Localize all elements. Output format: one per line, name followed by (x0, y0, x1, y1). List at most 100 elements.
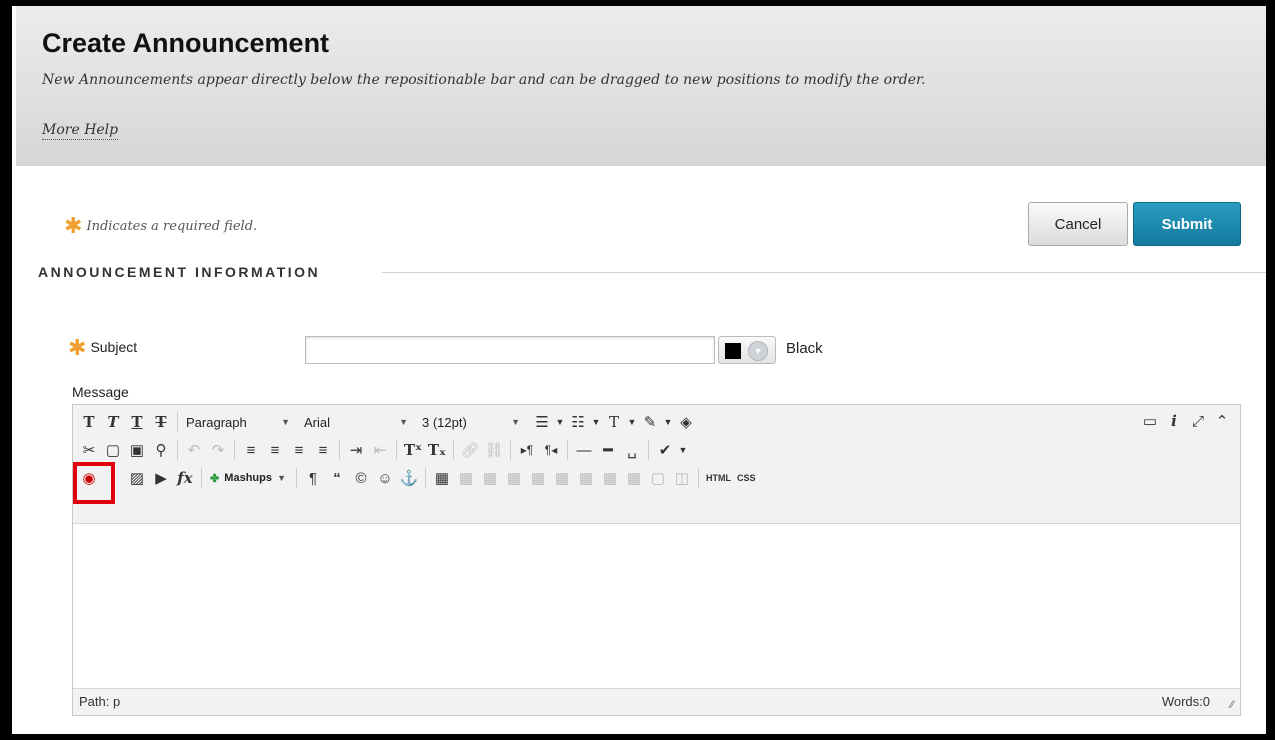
redo-icon[interactable]: ↷ (206, 438, 230, 462)
table-merge-cells-icon[interactable]: ▦ (622, 466, 646, 490)
toolbar-separator (201, 468, 202, 488)
toolbar-separator (339, 440, 340, 460)
preview-icon[interactable]: ▭ (1138, 409, 1162, 433)
insert-table-icon[interactable]: ▦ (430, 466, 454, 490)
css-button[interactable]: CSS (734, 473, 759, 483)
font-size-select[interactable]: 3 (12pt) ▼ (418, 410, 524, 434)
highlight-color-icon[interactable]: ✎ (638, 410, 662, 434)
align-left-icon[interactable]: ≡ (239, 438, 263, 462)
table-delete-col-icon[interactable]: ▦ (574, 466, 598, 490)
section-title: ANNOUNCEMENT INFORMATION (38, 264, 321, 280)
table-props-icon[interactable]: ◫ (670, 466, 694, 490)
element-path: Path: p (79, 694, 121, 709)
insert-image-icon[interactable]: ▨ (125, 466, 149, 490)
chevron-down-icon[interactable]: ▼ (626, 410, 638, 434)
section-divider (382, 272, 1266, 273)
required-star-icon: ✱ (64, 214, 83, 239)
mashups-label: Mashups (224, 472, 272, 484)
indent-icon[interactable]: ⇥ (344, 438, 368, 462)
chevron-down-icon: ▼ (281, 417, 290, 427)
toolbar-separator (425, 468, 426, 488)
html-source-button[interactable]: HTML (703, 473, 734, 483)
toolbar-row-3: ◉ ⌇ ▨ ▶ fx ✤Mashups▼ ¶ “ © ☺ ⚓ ▦ ▦ ▦ ▦ (73, 462, 759, 504)
numbered-list-icon[interactable]: ☷ (566, 410, 590, 434)
table-split-cell-icon[interactable]: ▢ (646, 466, 670, 490)
editor-status-bar: Path: p Words:0 ⁄⁄ (73, 688, 1240, 715)
info-icon[interactable]: i (1162, 409, 1186, 433)
subscript-icon[interactable]: Tₓ (425, 438, 449, 462)
anchor-icon[interactable]: ⚓ (397, 466, 421, 490)
toolbar-separator (296, 468, 297, 488)
toolbar-separator (234, 440, 235, 460)
message-editor: T T T T Paragraph ▼ Arial ▼ 3 (12pt) ▼ ☰ ▼ … (72, 404, 1241, 716)
blockquote-icon[interactable]: “ (325, 466, 349, 490)
message-label: Message (72, 384, 129, 400)
paragraph-format-select[interactable]: Paragraph ▼ (182, 410, 294, 434)
find-icon[interactable]: ⚲ (149, 438, 173, 462)
resize-grip-icon[interactable]: ⁄⁄ (1230, 699, 1234, 711)
paragraph-mark-icon[interactable]: ¶ (301, 466, 325, 490)
underline-icon[interactable]: T (125, 410, 149, 434)
paste-icon[interactable]: ▣ (125, 438, 149, 462)
strikethrough-icon[interactable]: T (149, 410, 173, 434)
undo-icon[interactable]: ↶ (182, 438, 206, 462)
ltr-icon[interactable]: ▸¶ (515, 438, 539, 462)
superscript-icon[interactable]: Tˣ (401, 438, 425, 462)
mashups-select[interactable]: ✤ Mashups ▼ (206, 466, 290, 490)
page-frame: Create Announcement New Announcements ap… (12, 6, 1266, 734)
more-help-link[interactable]: More Help (42, 122, 119, 140)
bold-icon[interactable]: T (77, 410, 101, 434)
bullet-list-icon[interactable]: ☰ (530, 410, 554, 434)
chevron-down-icon[interactable]: ▼ (590, 410, 602, 434)
chevron-down-icon[interactable]: ▼ (554, 410, 566, 434)
spellcheck-icon[interactable]: ✔ (653, 438, 677, 462)
align-center-icon[interactable]: ≡ (263, 438, 287, 462)
horizontal-line-icon[interactable]: — (572, 438, 596, 462)
table-col-after-icon[interactable]: ▦ (550, 466, 574, 490)
cut-icon[interactable]: ✂ (77, 438, 101, 462)
nonbreaking-space-icon[interactable]: ␣ (620, 438, 644, 462)
collapse-toolbar-icon[interactable]: ⌃ (1210, 409, 1234, 433)
toolbar-separator (698, 468, 699, 488)
chevron-down-icon: ▼ (511, 417, 520, 427)
cancel-button[interactable]: Cancel (1028, 202, 1128, 246)
unlink-icon[interactable]: ⛓ (482, 438, 506, 462)
align-justify-icon[interactable]: ≡ (311, 438, 335, 462)
chevron-down-icon[interactable]: ▼ (677, 438, 689, 462)
emoticon-icon[interactable]: ☺ (373, 466, 397, 490)
paragraph-format-value: Paragraph (186, 414, 247, 430)
subject-input[interactable] (305, 336, 715, 364)
rtl-icon[interactable]: ¶◂ (539, 438, 563, 462)
record-from-webcam-icon[interactable]: ◉ (73, 462, 115, 504)
table-row-before-icon[interactable]: ▦ (454, 466, 478, 490)
toolbar-separator (453, 440, 454, 460)
toolbar-separator (648, 440, 649, 460)
highlight-box (73, 462, 115, 504)
required-note-text: Indicates a required field. (86, 219, 258, 234)
copy-icon[interactable]: ▢ (101, 438, 125, 462)
toolbar-separator (567, 440, 568, 460)
toolbar-separator (396, 440, 397, 460)
text-color-icon[interactable]: T (602, 410, 626, 434)
table-delete-row-icon[interactable]: ▦ (502, 466, 526, 490)
math-equation-icon[interactable]: fx (173, 466, 197, 490)
subject-color-picker[interactable]: ▼ (718, 336, 776, 364)
toolbar-row-1: T T T T Paragraph ▼ Arial ▼ 3 (12pt) ▼ ☰ ▼ … (77, 409, 698, 435)
outdent-icon[interactable]: ⇤ (368, 438, 392, 462)
table-cell-props-icon[interactable]: ▦ (598, 466, 622, 490)
eraser-icon[interactable]: ◈ (674, 410, 698, 434)
chevron-down-icon[interactable]: ▼ (662, 410, 674, 434)
font-family-select[interactable]: Arial ▼ (300, 410, 412, 434)
thick-line-icon[interactable]: ━ (596, 438, 620, 462)
submit-button[interactable]: Submit (1133, 202, 1241, 246)
chevron-down-icon: ▼ (748, 341, 768, 361)
align-right-icon[interactable]: ≡ (287, 438, 311, 462)
copyright-icon[interactable]: © (349, 466, 373, 490)
word-count: Words:0 (1161, 694, 1210, 709)
italic-icon[interactable]: T (101, 410, 125, 434)
insert-media-icon[interactable]: ▶ (149, 466, 173, 490)
table-col-before-icon[interactable]: ▦ (526, 466, 550, 490)
link-icon[interactable]: 🔗︎ (458, 438, 482, 462)
table-row-after-icon[interactable]: ▦ (478, 466, 502, 490)
fullscreen-icon[interactable]: ⤢ (1186, 409, 1210, 433)
